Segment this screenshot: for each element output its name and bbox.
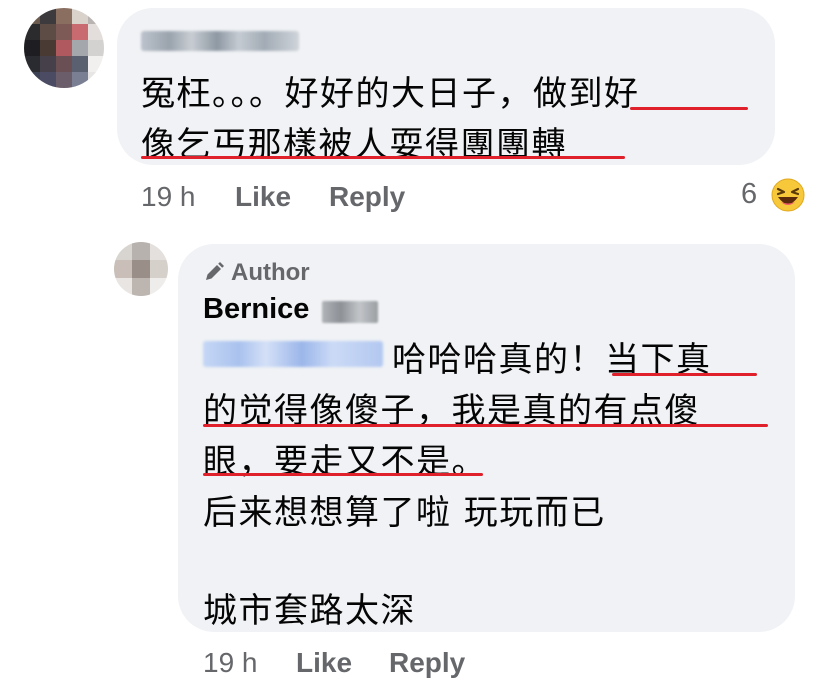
highlight-underline bbox=[612, 373, 757, 376]
comment-timestamp[interactable]: 19 h bbox=[141, 181, 196, 213]
reply-like-button[interactable]: Like bbox=[296, 647, 352, 678]
commenter-name-blurred[interactable] bbox=[141, 31, 299, 51]
reaction-count[interactable]: 6 bbox=[741, 178, 757, 211]
commenter-avatar[interactable] bbox=[24, 8, 104, 88]
reply-reply-button[interactable]: Reply bbox=[389, 647, 465, 678]
author-surname-blurred[interactable] bbox=[322, 301, 378, 323]
reply-timestamp[interactable]: 19 h bbox=[203, 647, 258, 679]
author-badge: Author bbox=[203, 259, 310, 287]
laughing-emoji-icon[interactable] bbox=[771, 178, 805, 212]
highlight-underline bbox=[203, 473, 483, 476]
author-badge-label: Author bbox=[231, 259, 310, 286]
reply-text-line-4: 后来想想算了啦 玩玩而已 bbox=[203, 493, 606, 533]
highlight-underline bbox=[203, 424, 768, 427]
reply-button[interactable]: Reply bbox=[329, 181, 405, 212]
highlight-underline bbox=[630, 107, 748, 110]
highlight-underline bbox=[141, 156, 625, 159]
mention-tag-blurred[interactable] bbox=[203, 341, 383, 367]
reply-text-line-6: 城市套路太深 bbox=[203, 591, 416, 631]
like-button[interactable]: Like bbox=[235, 181, 291, 212]
reply-author-name[interactable]: Bernice bbox=[203, 293, 309, 326]
pencil-icon bbox=[206, 262, 224, 280]
comment-text-line-1: 冤枉。。。好好的大日子，做到好 bbox=[141, 74, 640, 114]
author-avatar[interactable] bbox=[114, 242, 168, 296]
